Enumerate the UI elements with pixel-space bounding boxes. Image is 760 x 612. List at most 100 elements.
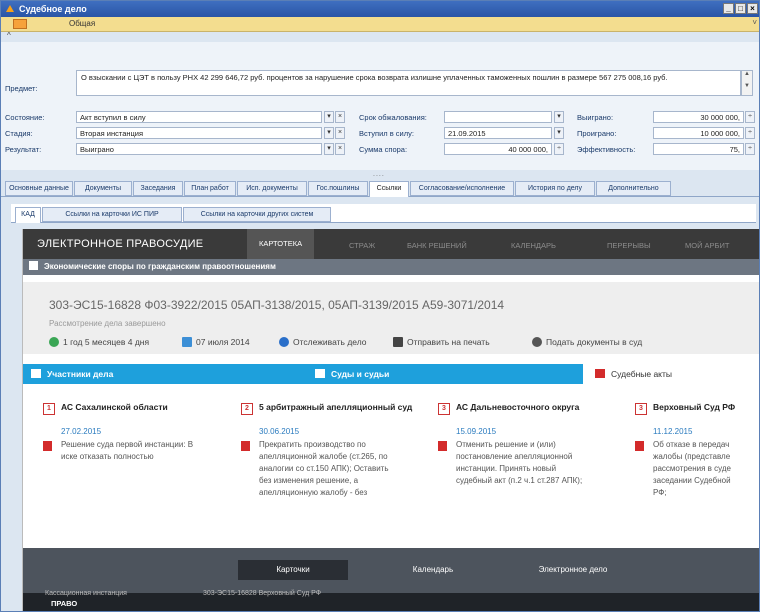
- won-spinner[interactable]: ÷: [745, 111, 755, 123]
- nav-decisions[interactable]: БАНК РЕШЕНИЙ: [407, 241, 467, 250]
- pdf-icon[interactable]: [43, 441, 52, 451]
- kad-brand[interactable]: ЭЛЕКТРОННОЕ ПРАВОСУДИЕ: [37, 238, 203, 250]
- court-instance-1[interactable]: 1 АС Сахалинской области: [43, 402, 233, 415]
- effective-date-dropdown[interactable]: ▾: [554, 127, 564, 139]
- nav-card-index[interactable]: КАРТОТЕКА: [247, 229, 315, 259]
- lost-field[interactable]: 10 000 000,: [653, 127, 744, 139]
- calendar-icon: [182, 337, 192, 347]
- state-field[interactable]: Акт вступил в силу: [76, 111, 322, 123]
- tab-hearings[interactable]: Заседания: [133, 181, 183, 196]
- close-button[interactable]: ×: [747, 3, 758, 14]
- chevron-down-icon[interactable]: ˅: [752, 18, 757, 27]
- state-clear-button[interactable]: ×: [335, 111, 345, 123]
- building-icon: [315, 369, 325, 378]
- court-instance-4[interactable]: 3 Верховный Суд РФ: [635, 402, 759, 415]
- efficiency-spinner[interactable]: ÷: [745, 143, 755, 155]
- collapse-bar[interactable]: ^: [1, 31, 759, 42]
- claim-sum-field[interactable]: 40 000 000,: [444, 143, 552, 155]
- act-text-1[interactable]: Решение суда первой инстанции: В иске от…: [61, 439, 193, 463]
- track-case-button[interactable]: Отслеживать дело: [279, 337, 367, 347]
- tab-electronic-case[interactable]: Электронное дело: [513, 560, 633, 580]
- splitter-grip[interactable]: ....: [373, 171, 385, 178]
- result-label: Результат:: [5, 145, 42, 154]
- pdf-icon[interactable]: [241, 441, 250, 451]
- claim-sum-spinner[interactable]: ÷: [554, 143, 564, 155]
- tab-work-plan[interactable]: План работ: [184, 181, 236, 196]
- subject-scrollbar[interactable]: ▲ ▼: [741, 70, 753, 96]
- court-name: Верховный Суд РФ: [653, 402, 736, 412]
- act-line: судебный акт (п.2 ч.1 ст.287 АПК);: [456, 476, 583, 485]
- print-label: Отправить на печать: [407, 337, 490, 347]
- nav-guard[interactable]: СТРАЖ: [349, 241, 375, 250]
- result-clear-button[interactable]: ×: [335, 143, 345, 155]
- section-courts-label: Суды и судьи: [331, 369, 390, 379]
- kad-footer: Кассационная инстанция 303-ЭС15-16828 Ве…: [23, 590, 759, 611]
- category-icon: [29, 261, 38, 270]
- court-instance-2[interactable]: 2 5 арбитражный апелляционный суд: [241, 402, 431, 415]
- appeal-deadline-label: Срок обжалования:: [359, 113, 427, 122]
- pravo-logo[interactable]: ПРАВО: [51, 599, 77, 608]
- act-text-3[interactable]: Отменить решение и (или) постановление а…: [456, 439, 582, 487]
- tab-state-duties[interactable]: Гос.пошлины: [308, 181, 368, 196]
- nav-breaks[interactable]: ПЕРЕРЫВЫ: [607, 241, 651, 250]
- court-instance-3[interactable]: 3 АС Дальневосточного округа: [438, 402, 628, 415]
- court-name: АС Дальневосточного округа: [456, 402, 580, 412]
- section-court-acts[interactable]: Судебные акты: [583, 364, 759, 384]
- duration-link[interactable]: 1 год 5 месяцев 4 дня: [49, 337, 149, 347]
- section-participants[interactable]: Участники дела: [23, 364, 303, 384]
- ghost-text: 303-ЭС15-16828 Верховный Суд РФ: [203, 590, 322, 597]
- nav-my-arbitr[interactable]: МОЙ АРБИТ: [685, 241, 729, 250]
- tab-case-history[interactable]: История по делу: [515, 181, 595, 196]
- lost-spinner[interactable]: ÷: [745, 127, 755, 139]
- pdf-icon[interactable]: [438, 441, 447, 451]
- act-text-2[interactable]: Прекратить производство по апелляционной…: [259, 439, 389, 499]
- appeal-deadline-field[interactable]: [444, 111, 552, 123]
- menu-button[interactable]: [13, 19, 27, 29]
- ribbon-tab-general[interactable]: Общая: [69, 19, 95, 28]
- tab-approval[interactable]: Согласование/исполнение: [410, 181, 514, 196]
- stage-field[interactable]: Вторая инстанция: [76, 127, 322, 139]
- effective-date-field[interactable]: 21.09.2015: [444, 127, 552, 139]
- act-date: 15.09.2015: [456, 427, 497, 436]
- nav-calendar[interactable]: КАЛЕНДАРЬ: [511, 241, 556, 250]
- stage-clear-button[interactable]: ×: [335, 127, 345, 139]
- efficiency-field[interactable]: 75,: [653, 143, 744, 155]
- subtab-kad[interactable]: КАД: [15, 207, 41, 223]
- state-dropdown-button[interactable]: ▾: [324, 111, 334, 123]
- stage-dropdown-button[interactable]: ▾: [324, 127, 334, 139]
- pdf-icon[interactable]: [635, 441, 644, 451]
- tab-additional[interactable]: Дополнительно: [596, 181, 671, 196]
- print-button[interactable]: Отправить на печать: [393, 337, 490, 347]
- tab-documents[interactable]: Документы: [74, 181, 132, 196]
- maximize-button[interactable]: □: [735, 3, 746, 14]
- won-field[interactable]: 30 000 000,: [653, 111, 744, 123]
- appeal-deadline-dropdown[interactable]: ▾: [554, 111, 564, 123]
- result-field[interactable]: Выиграно: [76, 143, 322, 155]
- act-line: рассмотрения в суде: [653, 464, 731, 473]
- act-date: 27.02.2015: [61, 427, 102, 436]
- submit-docs-button[interactable]: Подать документы в суд: [532, 337, 642, 347]
- subject-field[interactable]: О взыскании с ЦЭТ в пользу РНХ 42 299 64…: [76, 70, 741, 96]
- act-line: иске отказать полностью: [61, 452, 154, 461]
- case-window: Судебное дело _ □ × Общая ˅ ^ Предмет: О…: [0, 0, 760, 612]
- tab-links[interactable]: Ссылки: [369, 181, 409, 197]
- minimize-button[interactable]: _: [723, 3, 734, 14]
- act-line: инстанции. Принять новый: [456, 464, 557, 473]
- won-label: Выиграно:: [577, 113, 614, 122]
- chevron-up-icon[interactable]: ^: [7, 31, 11, 40]
- tab-main-data[interactable]: Основные данные: [5, 181, 73, 196]
- tab-cards[interactable]: Карточки: [238, 560, 348, 580]
- tab-calendar[interactable]: Календарь: [383, 560, 483, 580]
- result-dropdown-button[interactable]: ▾: [324, 143, 334, 155]
- section-courts-judges[interactable]: Суды и судьи: [303, 364, 583, 384]
- case-numbers: 303-ЭС15-16828 Ф03-3922/2015 05АП-3138/2…: [49, 298, 505, 312]
- act-date: 30.06.2015: [259, 427, 300, 436]
- act-text-4[interactable]: Об отказе в передач жалобы (представле р…: [653, 439, 759, 499]
- subtab-pir-links[interactable]: Ссылки на карточки ИС ПИР: [42, 207, 182, 222]
- subtab-other-links[interactable]: Ссылки на карточки других систем: [183, 207, 331, 222]
- kad-web-view: ЭЛЕКТРОННОЕ ПРАВОСУДИЕ КАРТОТЕКА СТРАЖ Б…: [22, 229, 759, 611]
- tab-exec-documents[interactable]: Исп. документы: [237, 181, 307, 196]
- instance-number: 1: [43, 403, 55, 415]
- act-line: жалобы (представле: [653, 452, 731, 461]
- act-line: Решение суда первой инстанции: В: [61, 440, 194, 449]
